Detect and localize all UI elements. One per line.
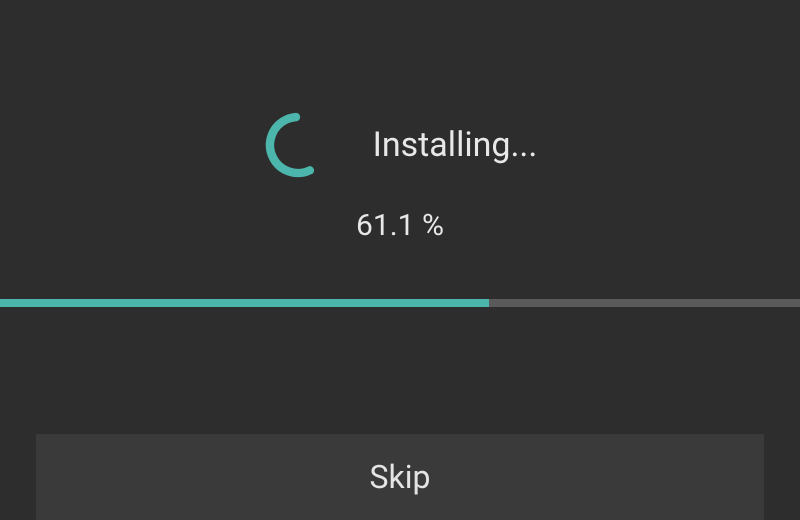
- spinner-icon: [263, 110, 333, 180]
- install-percent-text: 61.1 %: [0, 208, 800, 243]
- install-status-row: Installing...: [0, 110, 800, 180]
- install-status-text: Installing...: [373, 125, 538, 165]
- install-progress-fill: [0, 299, 489, 307]
- install-progress-bar: [0, 299, 800, 307]
- skip-button[interactable]: Skip: [36, 434, 764, 520]
